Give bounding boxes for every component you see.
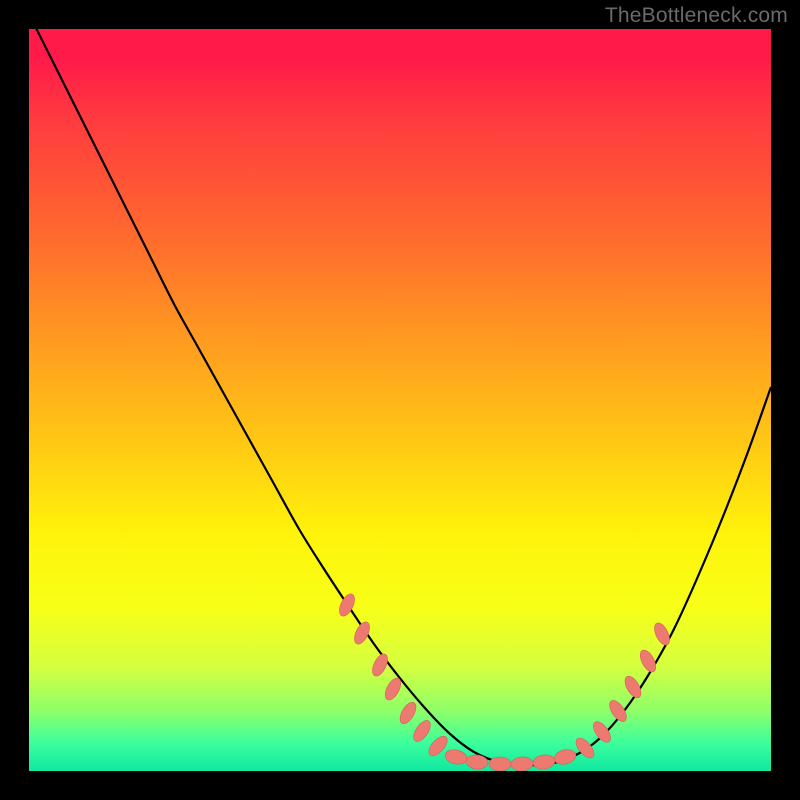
curve-marker	[606, 698, 629, 725]
curve-marker	[590, 719, 614, 745]
curve-marker	[553, 748, 578, 767]
curve-markers	[336, 592, 672, 771]
curve-marker	[410, 718, 433, 745]
curve-marker	[444, 748, 468, 766]
curve-marker	[369, 652, 390, 679]
plot-area	[29, 29, 771, 771]
curve-marker	[573, 735, 598, 761]
curve-marker	[651, 621, 672, 648]
chart-svg	[29, 29, 771, 771]
curve-marker	[532, 754, 556, 771]
curve-marker	[351, 620, 372, 647]
bottleneck-curve	[29, 29, 771, 765]
chart-frame: TheBottleneck.com	[0, 0, 800, 800]
curve-marker	[397, 700, 419, 727]
curve-marker	[511, 756, 534, 771]
watermark-text: TheBottleneck.com	[605, 4, 788, 28]
curve-marker	[489, 757, 511, 771]
